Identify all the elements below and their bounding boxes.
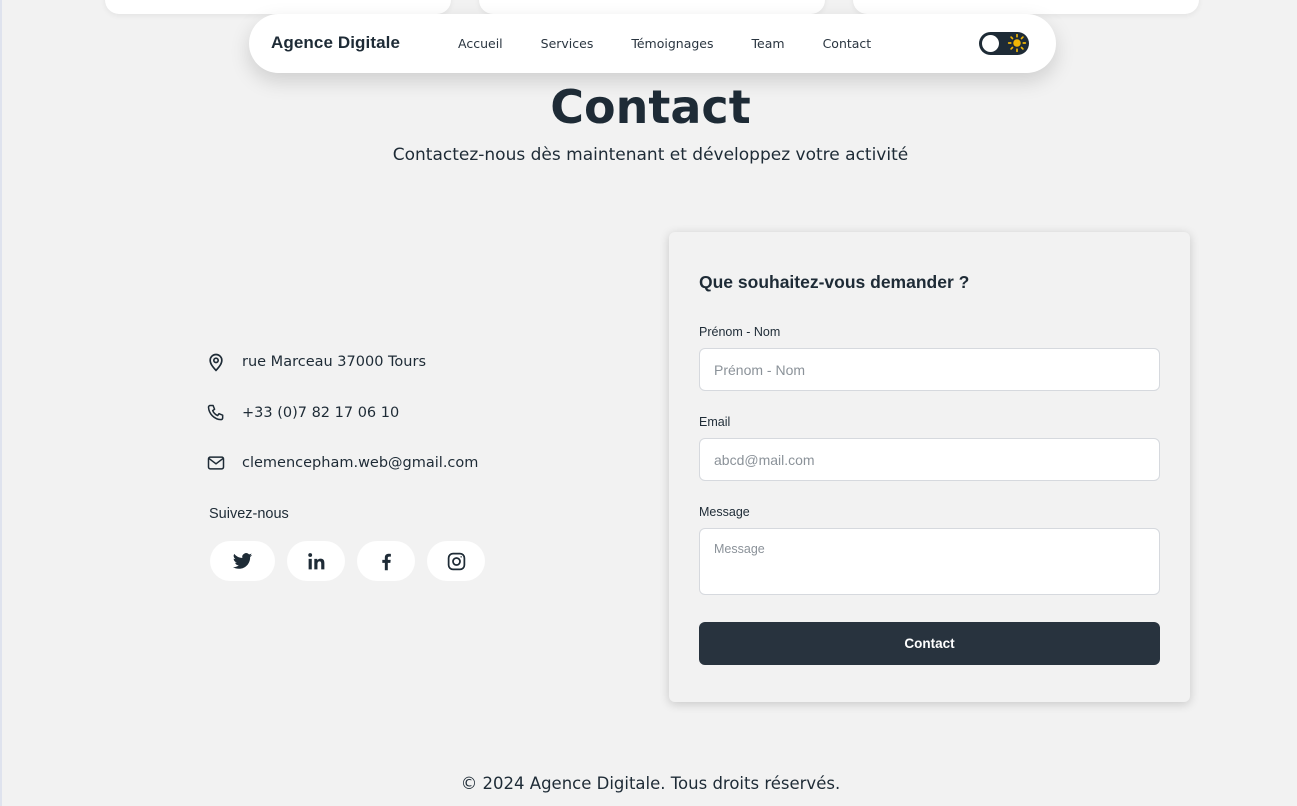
nav-link-services[interactable]: Services — [541, 36, 594, 51]
page-subtitle: Contactez-nous dès maintenant et dévelop… — [392, 145, 909, 165]
instagram-button[interactable] — [427, 541, 485, 581]
twitter-icon — [232, 552, 253, 569]
footer-copyright: © 2024 Agence Digitale. Tous droits rése… — [460, 774, 841, 793]
contact-form: Que souhaitez-vous demander ? Prénom - N… — [669, 232, 1190, 702]
nav-link-contact[interactable]: Contact — [823, 36, 872, 51]
card-top-edge — [479, 0, 825, 14]
form-title: Que souhaitez-vous demander ? — [699, 272, 970, 292]
card-top-edge — [105, 0, 451, 14]
follow-label: Suivez-nous — [209, 506, 289, 522]
nav-link-accueil[interactable]: Accueil — [458, 36, 503, 51]
mail-icon — [207, 456, 225, 470]
toggle-knob — [982, 35, 999, 52]
message-label: Message — [699, 505, 750, 519]
phone-text[interactable]: +33 (0)7 82 17 06 10 — [242, 405, 399, 421]
linkedin-icon — [307, 552, 324, 569]
email-row: clemencepham.web@gmail.com — [206, 453, 478, 473]
map-pin-icon — [209, 353, 223, 372]
navbar: Agence Digitale Accueil Services Témoign… — [249, 14, 1056, 73]
linkedin-button[interactable] — [287, 541, 345, 581]
nav-links: Accueil Services Témoignages Team Contac… — [458, 36, 909, 51]
card-top-edge — [853, 0, 1199, 14]
email-input[interactable] — [699, 438, 1160, 481]
facebook-icon — [381, 553, 391, 570]
submit-button[interactable]: Contact — [699, 622, 1160, 665]
page-title: Contact — [550, 80, 751, 134]
address-row: rue Marceau 37000 Tours — [206, 352, 426, 372]
brand-logo[interactable]: Agence Digitale — [271, 33, 400, 53]
message-textarea[interactable] — [699, 528, 1160, 595]
instagram-icon — [447, 552, 465, 570]
email-label: Email — [699, 415, 731, 429]
name-label: Prénom - Nom — [699, 325, 781, 339]
theme-toggle[interactable] — [979, 32, 1029, 55]
nav-link-team[interactable]: Team — [752, 36, 785, 51]
phone-icon — [207, 404, 224, 421]
social-links — [210, 541, 497, 581]
email-text[interactable]: clemencepham.web@gmail.com — [242, 455, 478, 471]
nav-link-temoignages[interactable]: Témoignages — [631, 36, 713, 51]
twitter-button[interactable] — [210, 541, 275, 581]
name-input[interactable] — [699, 348, 1160, 391]
address-text: rue Marceau 37000 Tours — [242, 354, 427, 370]
facebook-button[interactable] — [357, 541, 415, 581]
sun-icon — [1007, 33, 1027, 53]
phone-row: +33 (0)7 82 17 06 10 — [206, 403, 399, 423]
